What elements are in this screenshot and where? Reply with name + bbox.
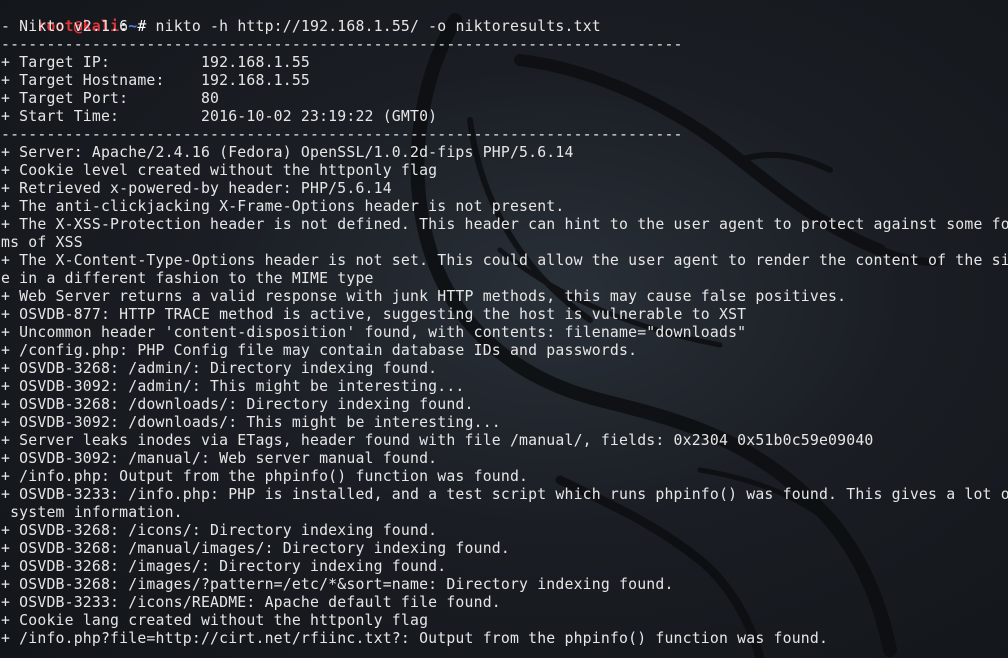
output-line: system information. bbox=[1, 504, 183, 521]
output-line: + OSVDB-3268: /images/?pattern=/etc/*&so… bbox=[1, 576, 674, 593]
output-line: ----------------------------------------… bbox=[1, 126, 683, 143]
command-text: nikto -h http://192.168.1.55/ -o niktore… bbox=[155, 18, 601, 35]
output-line: + OSVDB-3268: /icons/: Directory indexin… bbox=[1, 522, 438, 539]
output-line: + OSVDB-3268: /admin/: Directory indexin… bbox=[1, 360, 438, 377]
output-line: + Target Hostname: 192.168.1.55 bbox=[1, 72, 311, 89]
output-line: + Target Port: 80 bbox=[1, 90, 220, 107]
output-line: ----------------------------------------… bbox=[1, 36, 683, 53]
output-line: + Uncommon header 'content-disposition' … bbox=[1, 324, 747, 341]
output-line: + OSVDB-3268: /images/: Directory indexi… bbox=[1, 558, 447, 575]
output-line: + OSVDB-877: HTTP TRACE method is active… bbox=[1, 306, 747, 323]
output-line: + Start Time: 2016-10-02 23:19:22 (GMT0) bbox=[1, 108, 438, 125]
output-line: + Cookie level created without the httpo… bbox=[1, 162, 438, 179]
output-line: + Retrieved x-powered-by header: PHP/5.6… bbox=[1, 180, 392, 197]
output-line: + OSVDB-3233: /info.php: PHP is installe… bbox=[1, 486, 1008, 503]
output-line: e in a different fashion to the MIME typ… bbox=[1, 270, 374, 287]
output-line: + OSVDB-3092: /manual/: Web server manua… bbox=[1, 450, 438, 467]
prompt-symbol: # bbox=[137, 18, 156, 35]
prompt-path: ~ bbox=[128, 18, 138, 35]
output-line: + Cookie lang created without the httpon… bbox=[1, 612, 429, 629]
output-line: + Target IP: 192.168.1.55 bbox=[1, 54, 311, 71]
output-line: - Nikto v2.1.6 bbox=[1, 18, 129, 35]
output-line: + /info.php?file=http://cirt.net/rfiinc.… bbox=[1, 630, 829, 647]
output-line: + OSVDB-3233: /icons/README: Apache defa… bbox=[1, 594, 501, 611]
output-line: + The X-Content-Type-Options header is n… bbox=[1, 252, 1008, 269]
output-line: + The anti-clickjacking X-Frame-Options … bbox=[1, 198, 565, 215]
terminal-window[interactable]: root@kali:~# nikto -h http://192.168.1.5… bbox=[0, 0, 1008, 658]
output-line: ms of XSS bbox=[1, 234, 83, 251]
output-line: + Server: Apache/2.4.16 (Fedora) OpenSSL… bbox=[1, 144, 574, 161]
output-line: + OSVDB-3092: /admin/: This might be int… bbox=[1, 378, 465, 395]
output-line: + Web Server returns a valid response wi… bbox=[1, 288, 847, 305]
output-line: + OSVDB-3092: /downloads/: This might be… bbox=[1, 414, 501, 431]
output-line: + OSVDB-3268: /downloads/: Directory ind… bbox=[1, 396, 474, 413]
output-line: + Server leaks inodes via ETags, header … bbox=[1, 432, 874, 449]
command-prompt-line: root@kali:~# nikto -h http://192.168.1.5… bbox=[1, 0, 601, 35]
output-line: + /config.php: PHP Config file may conta… bbox=[1, 342, 638, 359]
output-line: + OSVDB-3268: /manual/images/: Directory… bbox=[1, 540, 510, 557]
output-line: + /info.php: Output from the phpinfo() f… bbox=[1, 468, 529, 485]
output-line: + The X-XSS-Protection header is not def… bbox=[1, 216, 1008, 233]
